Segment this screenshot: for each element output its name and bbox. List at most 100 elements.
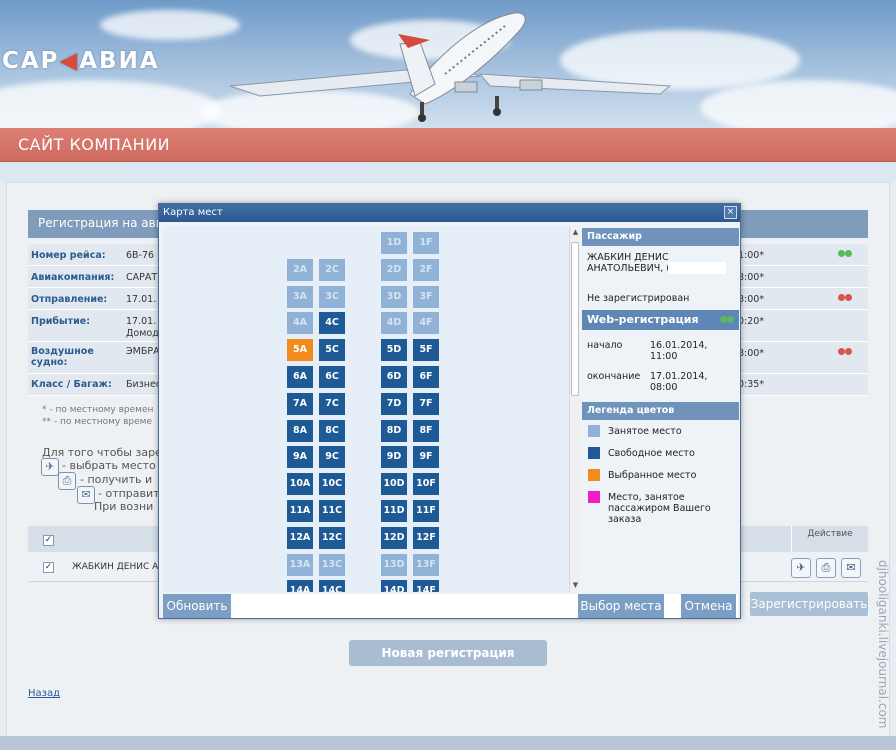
seat-11A[interactable]: 11A — [287, 500, 313, 522]
info-time: 8:00* — [738, 272, 765, 283]
info-label: Воздушное — [31, 346, 94, 357]
seat-13C: 13C — [319, 554, 345, 576]
seat-map-scrollbar[interactable]: ▲ ▼ — [569, 226, 580, 592]
seat-12A[interactable]: 12A — [287, 527, 313, 549]
status-dot-red — [845, 294, 852, 301]
logo-text: САР — [2, 48, 60, 74]
seat-12D[interactable]: 12D — [381, 527, 407, 549]
seat-5A[interactable]: 5A — [287, 339, 313, 361]
new-registration-button[interactable]: Новая регистрация — [349, 640, 547, 666]
logo-mark: ◀ — [59, 48, 80, 74]
passenger-name-line1: ЖАБКИН ДЕНИС — [587, 252, 669, 263]
seat-5F[interactable]: 5F — [413, 339, 439, 361]
passenger-heading: Пассажир — [582, 228, 739, 246]
info-label: Класс / Багаж: — [31, 379, 112, 390]
seat-9A[interactable]: 9A — [287, 446, 313, 468]
info-value: 6В-76 — [126, 250, 155, 261]
seat-14F[interactable]: 14F — [413, 580, 439, 592]
airplane-image — [229, 12, 672, 122]
scroll-up-icon[interactable]: ▲ — [571, 228, 580, 237]
status-dot-red — [845, 348, 852, 355]
scroll-thumb[interactable] — [571, 242, 579, 396]
seat-9D[interactable]: 9D — [381, 446, 407, 468]
seat-8F[interactable]: 8F — [413, 420, 439, 442]
seat-2F: 2F — [413, 259, 439, 281]
instruction-line: При возни — [94, 500, 154, 513]
seat-8A[interactable]: 8A — [287, 420, 313, 442]
seat-2A: 2A — [287, 259, 313, 281]
footer-bar — [0, 736, 896, 750]
legend-swatch-selected — [588, 469, 600, 481]
scroll-down-icon[interactable]: ▼ — [571, 581, 580, 590]
seat-3D: 3D — [381, 286, 407, 308]
registration-title: Регистрация на ави — [38, 216, 164, 230]
seat-4C[interactable]: 4C — [319, 312, 345, 334]
dialog-title-bar: Карта мест × — [159, 204, 740, 222]
seat-2C: 2C — [319, 259, 345, 281]
seat-4D: 4D — [381, 312, 407, 334]
choose-seat-dialog-button[interactable]: Выбор места — [578, 594, 664, 618]
seat-12F[interactable]: 12F — [413, 527, 439, 549]
seat-7D[interactable]: 7D — [381, 393, 407, 415]
start-time: 11:00 — [650, 351, 678, 362]
print-button[interactable]: ⎙ — [816, 558, 836, 578]
passenger-status: Не зарегистрирован — [587, 293, 690, 304]
company-logo[interactable]: САР◀АВИА — [2, 48, 160, 74]
seat-14A[interactable]: 14A — [287, 580, 313, 592]
info-value: 17.01. — [126, 294, 157, 305]
seat-11D[interactable]: 11D — [381, 500, 407, 522]
seat-8C[interactable]: 8C — [319, 420, 345, 442]
company-banner: САЙТ КОМПАНИИ — [0, 128, 896, 162]
dialog-title: Карта мест — [163, 207, 223, 218]
seat-7C[interactable]: 7C — [319, 393, 345, 415]
seat-12C[interactable]: 12C — [319, 527, 345, 549]
send-button[interactable]: ✉ — [841, 558, 861, 578]
choose-seat-button[interactable]: ✈ — [791, 558, 811, 578]
legend-label: Выбранное место — [608, 470, 697, 481]
seat-3A: 3A — [287, 286, 313, 308]
info-time: 0:20* — [738, 316, 765, 327]
seat-9F[interactable]: 9F — [413, 446, 439, 468]
seat-5C[interactable]: 5C — [319, 339, 345, 361]
info-time: 8:00* — [738, 348, 765, 359]
note-line: ** - по местному време — [42, 417, 152, 427]
close-icon[interactable]: × — [724, 206, 737, 219]
seat-6C[interactable]: 6C — [319, 366, 345, 388]
seat-1F: 1F — [413, 232, 439, 254]
select-all-checkbox[interactable]: ✓ — [43, 535, 54, 546]
seat-10D[interactable]: 10D — [381, 473, 407, 495]
info-label: Отправление: — [31, 294, 108, 305]
status-dot-red — [838, 348, 845, 355]
cancel-button[interactable]: Отмена — [681, 594, 736, 618]
send-icon: ✉ — [77, 486, 95, 504]
printer-icon: ⎙ — [58, 472, 76, 490]
seat-14D[interactable]: 14D — [381, 580, 407, 592]
seat-11F[interactable]: 11F — [413, 500, 439, 522]
seat-10C[interactable]: 10C — [319, 473, 345, 495]
info-value: ЭМБРА — [126, 346, 160, 357]
seat-6A[interactable]: 6A — [287, 366, 313, 388]
passenger-checkbox[interactable]: ✓ — [43, 562, 54, 573]
seat-13F: 13F — [413, 554, 439, 576]
seat-5D[interactable]: 5D — [381, 339, 407, 361]
refresh-button[interactable]: Обновить — [163, 594, 231, 618]
seat-8D[interactable]: 8D — [381, 420, 407, 442]
seat-7F[interactable]: 7F — [413, 393, 439, 415]
seat-6D[interactable]: 6D — [381, 366, 407, 388]
seat-7A[interactable]: 7A — [287, 393, 313, 415]
seat-14C[interactable]: 14C — [319, 580, 345, 592]
status-dot-green — [838, 250, 845, 257]
seat-9C[interactable]: 9C — [319, 446, 345, 468]
seat-10A[interactable]: 10A — [287, 473, 313, 495]
status-dot-red — [838, 294, 845, 301]
back-link[interactable]: Назад — [28, 688, 60, 699]
seat-map: 1D 1F 2A 2C 2D 2F 3A 3C 3D 3F 4A 4C 4D 4F 5A 5C 5D 5F 6A 6C… — [163, 226, 569, 592]
register-button[interactable]: Зарегистрировать — [750, 592, 868, 616]
seat-11C[interactable]: 11C — [319, 500, 345, 522]
time-notes: * - по местному времен ** - по местному … — [42, 404, 153, 428]
start-label: начало — [587, 340, 623, 351]
seat-10F[interactable]: 10F — [413, 473, 439, 495]
seat-4A: 4A — [287, 312, 313, 334]
seat-6F[interactable]: 6F — [413, 366, 439, 388]
legend-label: Свободное место — [608, 448, 695, 459]
